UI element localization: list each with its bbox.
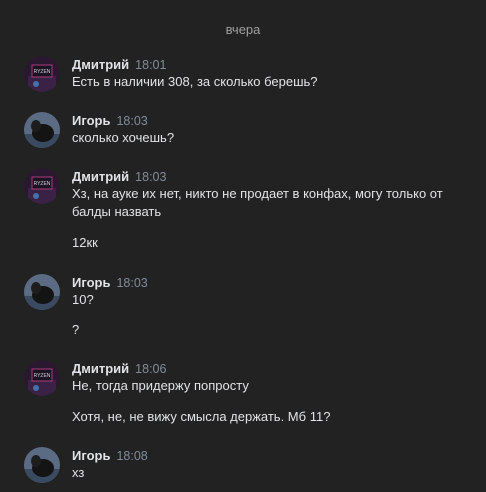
message-header: Игорь 18:03 — [72, 274, 148, 290]
message-text: Хотя, не, не вижу смысла держать. Мб 11? — [72, 409, 331, 424]
message-text: балды назвать — [72, 204, 162, 219]
message-header: Дмитрий 18:03 — [72, 168, 166, 184]
avatar-dmitry[interactable]: RYZEN — [24, 56, 60, 92]
message-text: хз — [72, 465, 85, 480]
author-name[interactable]: Игорь — [72, 448, 110, 463]
message-text: Не, тогда придержу попросту — [72, 378, 249, 393]
author-name[interactable]: Игорь — [72, 113, 110, 128]
avatar-igor[interactable] — [24, 112, 60, 148]
avatar-dmitry[interactable]: RYZEN — [24, 360, 60, 396]
author-name[interactable]: Игорь — [72, 275, 110, 290]
message-header: Дмитрий 18:06 — [72, 360, 166, 376]
message-time[interactable]: 18:06 — [135, 362, 166, 376]
svg-text:RYZEN: RYZEN — [34, 373, 51, 379]
message-time[interactable]: 18:03 — [116, 114, 147, 128]
message-text: сколько хочешь? — [72, 130, 175, 145]
author-name[interactable]: Дмитрий — [72, 361, 129, 376]
message-text: Есть в наличии 308, за сколько берешь? — [72, 74, 318, 89]
message-header: Игорь 18:08 — [72, 447, 148, 463]
avatar-igor[interactable] — [24, 447, 60, 483]
message-text: 10? — [72, 292, 94, 307]
author-name[interactable]: Дмитрий — [72, 169, 129, 184]
date-separator: вчера — [225, 22, 261, 37]
avatar-dmitry[interactable]: RYZEN — [24, 168, 60, 204]
message-text: 12кк — [72, 235, 98, 250]
message-text: Хз, на ауке их нет, никто не продает в к… — [72, 186, 443, 201]
message-time[interactable]: 18:03 — [135, 170, 166, 184]
svg-text:RYZEN: RYZEN — [34, 181, 51, 187]
svg-text:RYZEN: RYZEN — [34, 69, 51, 75]
message-time[interactable]: 18:01 — [135, 58, 166, 72]
message-time[interactable]: 18:03 — [116, 276, 147, 290]
message-text: ? — [72, 322, 80, 337]
message-time[interactable]: 18:08 — [116, 449, 147, 463]
message-header: Игорь 18:03 — [72, 112, 148, 128]
avatar-igor[interactable] — [24, 274, 60, 310]
message-header: Дмитрий 18:01 — [72, 56, 166, 72]
author-name[interactable]: Дмитрий — [72, 57, 129, 72]
